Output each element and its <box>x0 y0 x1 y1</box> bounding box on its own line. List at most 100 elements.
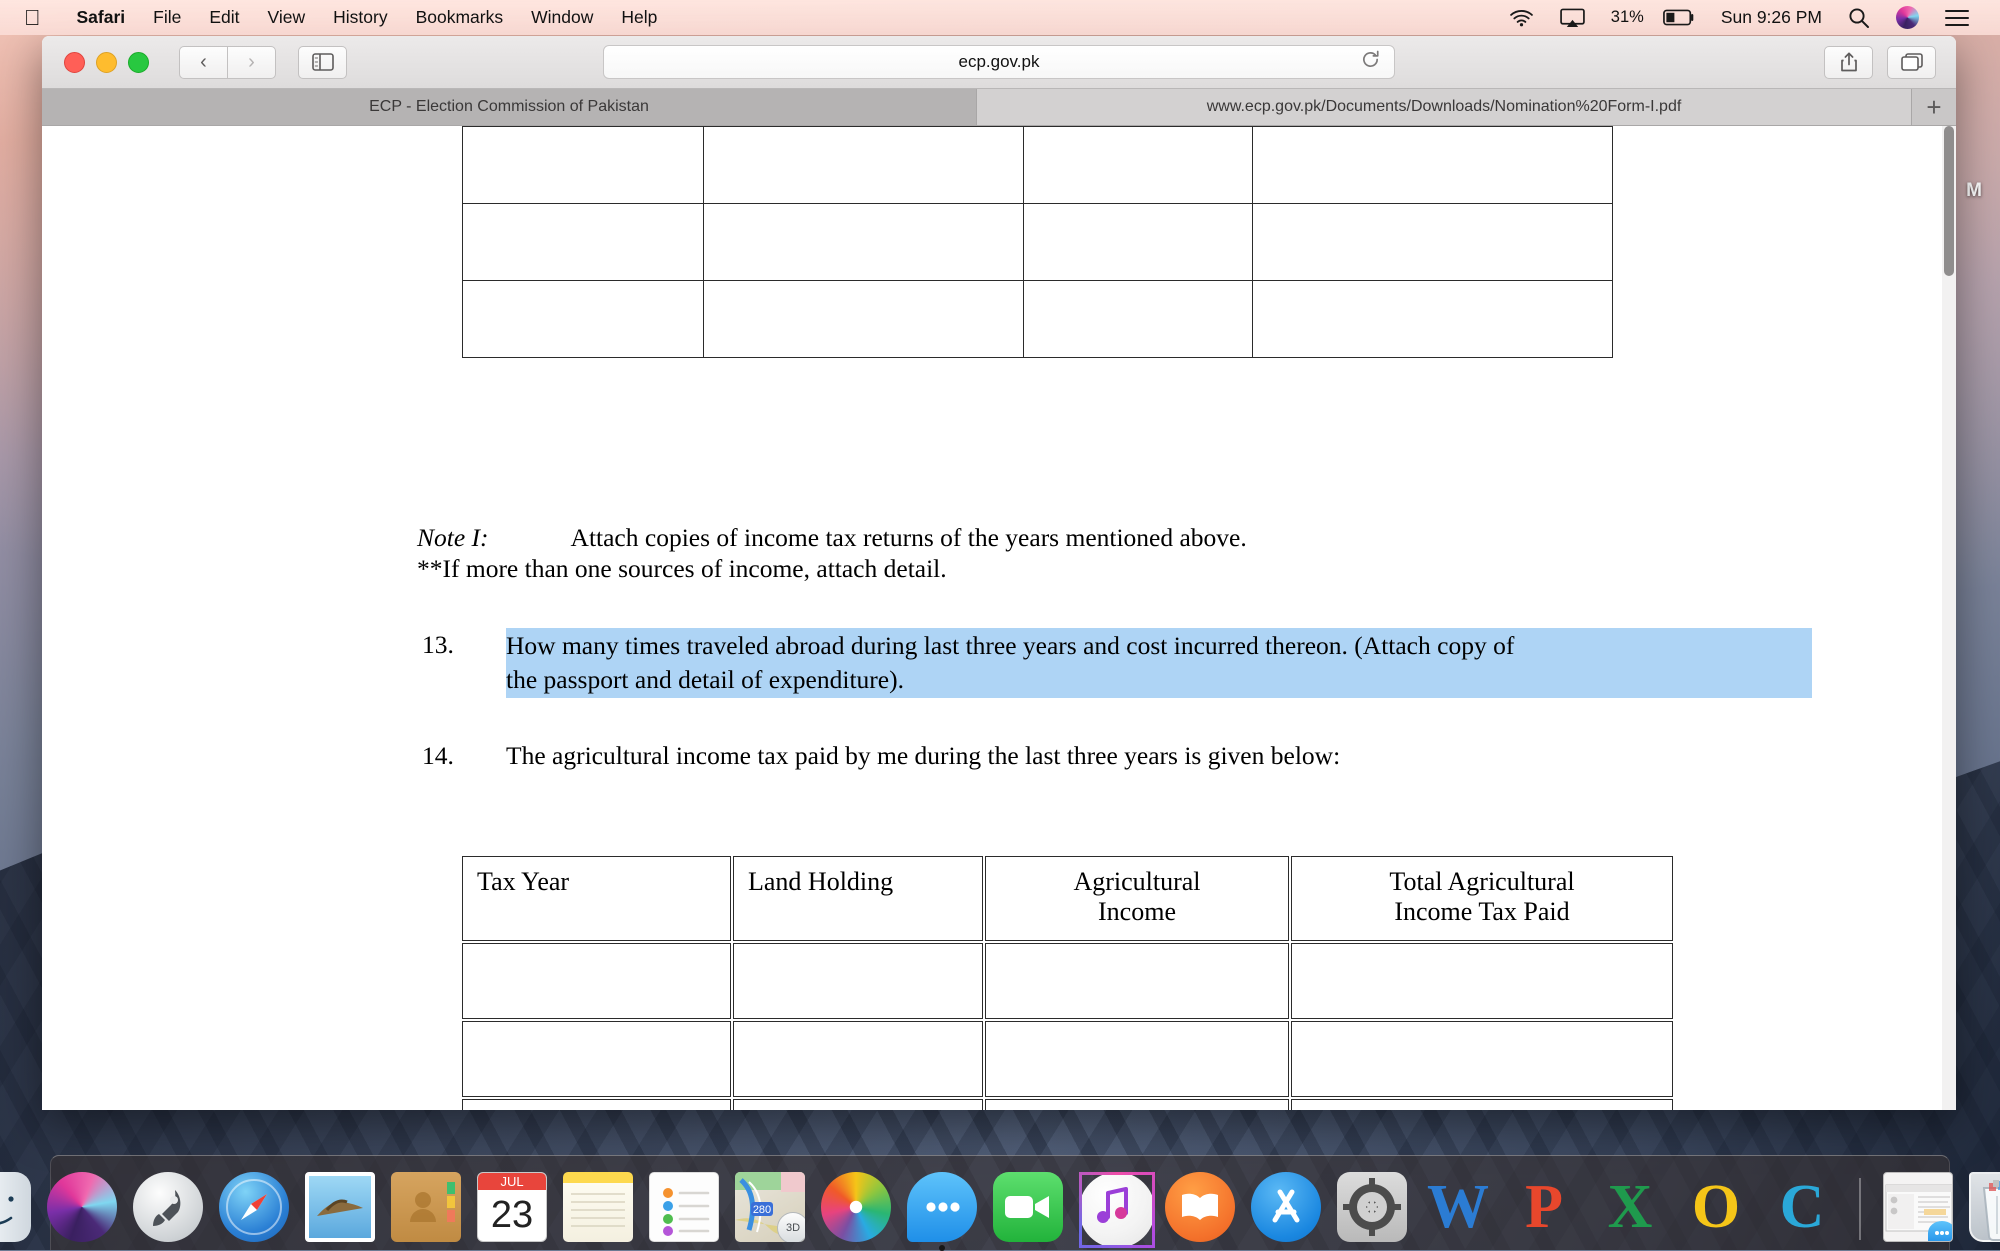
dock-item-itunes[interactable] <box>1075 1170 1155 1248</box>
scrollbar-thumb[interactable] <box>1944 126 1954 276</box>
address-bar[interactable]: ecp.gov.pk <box>603 45 1395 79</box>
dock-minimized-window[interactable] <box>1879 1170 1957 1248</box>
dock-item-finder[interactable] <box>0 1170 35 1248</box>
menu-item-edit[interactable]: Edit <box>195 0 253 35</box>
menu-item-help[interactable]: Help <box>607 0 671 35</box>
menu-item-file[interactable]: File <box>139 0 195 35</box>
search-icon[interactable] <box>1835 7 1883 29</box>
maps-road-number: 280 <box>753 1204 771 1216</box>
reload-icon[interactable] <box>1361 50 1380 74</box>
dock-item-launchpad[interactable] <box>129 1170 207 1248</box>
siri-icon <box>47 1172 117 1242</box>
dock: JUL 23 280 3D W P X O C <box>0 1155 2000 1251</box>
menu-item-view[interactable]: View <box>254 0 320 35</box>
zoom-button[interactable] <box>128 51 149 73</box>
minimize-button[interactable] <box>96 51 117 73</box>
menu-bar:  Safari File Edit View History Bookmark… <box>0 0 2000 35</box>
dock-item-system-preferences[interactable] <box>1333 1170 1411 1248</box>
forward-button[interactable]: › <box>227 45 276 79</box>
dock-item-mail[interactable] <box>301 1170 379 1248</box>
agricultural-income-table: Tax Year Land Holding Agricultural Incom… <box>460 854 1675 1110</box>
menu-item-history[interactable]: History <box>319 0 401 35</box>
back-button[interactable]: ‹ <box>179 45 227 79</box>
tab-title: ECP - Election Commission of Pakistan <box>369 98 649 115</box>
menubar-clock[interactable]: Sun 9:26 PM <box>1708 7 1835 28</box>
safari-icon <box>219 1172 289 1242</box>
menu-item-window[interactable]: Window <box>517 0 607 35</box>
maps-3d-badge: 3D <box>777 1212 805 1242</box>
share-icon[interactable] <box>1824 45 1873 79</box>
question-13-highlighted-text[interactable]: How many times traveled abroad during la… <box>506 628 1812 698</box>
tab-nomination-form-pdf[interactable]: www.ecp.gov.pk/Documents/Downloads/Nomin… <box>977 89 1912 125</box>
airplay-icon[interactable] <box>1547 8 1598 28</box>
calendar-day: 23 <box>490 1194 534 1236</box>
url-text: ecp.gov.pk <box>958 52 1040 71</box>
header-line: Income Tax Paid <box>1394 897 1570 926</box>
dock-item-messages[interactable] <box>903 1170 981 1251</box>
launchpad-icon <box>133 1172 203 1242</box>
contacts-icon <box>391 1172 461 1242</box>
table-header-row: Tax Year Land Holding Agricultural Incom… <box>462 856 1673 941</box>
dock-item-siri[interactable] <box>43 1170 121 1248</box>
question-14: 14. The agricultural income tax paid by … <box>422 739 1722 773</box>
notification-center-icon[interactable] <box>1932 9 1982 27</box>
dock-item-trash[interactable] <box>1965 1170 2000 1248</box>
running-indicator <box>939 1245 945 1251</box>
header-line: Total Agricultural <box>1389 867 1575 896</box>
close-button[interactable] <box>64 51 85 73</box>
outlook-icon: O <box>1691 1173 1741 1241</box>
dock-item-maps[interactable]: 280 3D <box>731 1170 809 1248</box>
new-tab-button[interactable]: + <box>1912 89 1956 125</box>
ibooks-icon <box>1165 1172 1235 1242</box>
word-icon: W <box>1427 1173 1489 1241</box>
safari-window: ‹ › ecp.gov.pk ECP - Election Commission… <box>42 36 1956 1110</box>
column-header-tax-year: Tax Year <box>462 856 731 941</box>
excel-icon: X <box>1607 1173 1653 1241</box>
dock-item-microsoft-outlook[interactable]: O <box>1677 1170 1755 1248</box>
maps-icon: 280 3D <box>735 1172 805 1242</box>
dock-separator <box>1859 1178 1861 1240</box>
dock-item-microsoft-excel[interactable]: X <box>1591 1170 1669 1248</box>
dock-item-facetime[interactable] <box>989 1170 1067 1248</box>
dock-item-microsoft-powerpoint[interactable]: P <box>1505 1170 1583 1248</box>
note-one-label: Note I: <box>417 523 489 552</box>
table-row <box>462 1099 1673 1110</box>
dock-item-contacts[interactable] <box>387 1170 465 1248</box>
dock-item-appstore[interactable] <box>1247 1170 1325 1248</box>
gear-icon <box>1337 1172 1407 1242</box>
powerpoint-icon: P <box>1525 1173 1563 1241</box>
dock-item-safari[interactable] <box>215 1170 293 1248</box>
battery-icon[interactable] <box>1650 9 1708 26</box>
question-14-text: The agricultural income tax paid by me d… <box>506 741 1341 770</box>
note-one-line2: **If more than one sources of income, at… <box>417 554 947 584</box>
tab-ecp-home[interactable]: ECP - Election Commission of Pakistan <box>42 89 977 125</box>
dock-item-reminders[interactable] <box>645 1170 723 1248</box>
dock-item-notes[interactable] <box>559 1170 637 1248</box>
menu-item-bookmarks[interactable]: Bookmarks <box>402 0 518 35</box>
tabs-overview-icon[interactable] <box>1887 45 1936 79</box>
appstore-icon <box>1251 1172 1321 1242</box>
table-row <box>462 203 1613 281</box>
sidebar-toggle-icon[interactable] <box>298 45 347 79</box>
dock-item-microsoft-word[interactable]: W <box>1419 1170 1497 1248</box>
reminders-icon <box>649 1172 719 1242</box>
dock-item-calendar[interactable]: JUL 23 <box>473 1170 551 1248</box>
dock-item-microsoft-onenote[interactable]: C <box>1763 1170 1841 1248</box>
window-controls <box>42 51 149 73</box>
dock-item-photos[interactable] <box>817 1170 895 1248</box>
notes-icon <box>563 1172 633 1242</box>
wifi-icon[interactable] <box>1496 8 1547 27</box>
photos-icon <box>821 1172 891 1242</box>
question-14-number: 14. <box>422 741 454 770</box>
mail-icon <box>305 1172 375 1242</box>
apple-logo-icon[interactable]:  <box>24 6 41 29</box>
messages-icon <box>907 1172 977 1242</box>
vertical-scrollbar[interactable] <box>1942 126 1956 1110</box>
tab-bar: ECP - Election Commission of Pakistan ww… <box>42 89 1956 126</box>
siri-icon[interactable] <box>1883 6 1932 29</box>
tab-title: www.ecp.gov.pk/Documents/Downloads/Nomin… <box>1206 98 1682 115</box>
facetime-icon <box>993 1172 1063 1242</box>
menu-item-safari[interactable]: Safari <box>63 0 140 35</box>
question-13-line1: How many times traveled abroad during la… <box>506 631 1515 660</box>
dock-item-ibooks[interactable] <box>1161 1170 1239 1248</box>
